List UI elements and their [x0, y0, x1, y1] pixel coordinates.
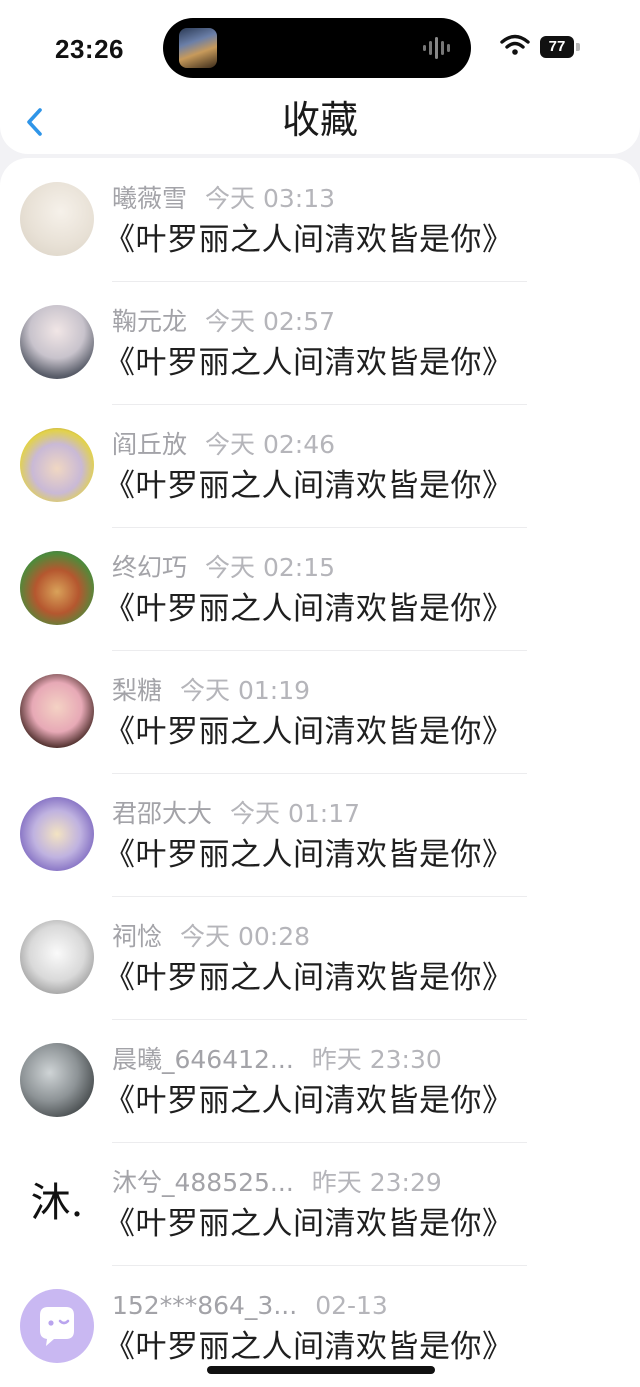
avatar[interactable]: 沐.: [20, 1166, 94, 1240]
avatar[interactable]: [20, 797, 94, 871]
item-meta: 阎丘放 今天 02:46: [112, 428, 335, 462]
divider: [112, 527, 527, 528]
avatar[interactable]: [20, 1289, 94, 1363]
timestamp: 昨天 23:30: [311, 1045, 442, 1074]
favorites-list: 曦薇雪 今天 03:13 《叶罗丽之人间清欢皆是你》 鞠元龙 今天 02:57 《叶…: [0, 158, 640, 1387]
wifi-icon: [500, 34, 530, 55]
avatar-calligraphy: 沐.: [30, 1180, 84, 1226]
item-title[interactable]: 《叶罗丽之人间清欢皆是你》: [104, 1081, 514, 1121]
divider: [112, 281, 527, 282]
list-item[interactable]: 曦薇雪 今天 03:13 《叶罗丽之人间清欢皆是你》: [0, 158, 640, 281]
divider: [112, 650, 527, 651]
item-meta: 君邵大大 今天 01:17: [112, 797, 360, 831]
user-name[interactable]: 君邵大大: [112, 797, 212, 831]
status-time: 23:26: [55, 34, 124, 64]
avatar[interactable]: [20, 428, 94, 502]
timestamp: 今天 01:17: [230, 799, 361, 828]
battery-tip: [576, 43, 580, 51]
user-name[interactable]: 梨糖: [112, 674, 162, 708]
avatar[interactable]: [20, 674, 94, 748]
list-item[interactable]: 阎丘放 今天 02:46 《叶罗丽之人间清欢皆是你》: [0, 404, 640, 527]
avatar[interactable]: [20, 551, 94, 625]
item-meta: 晨曦_646412... 昨天 23:30: [112, 1043, 442, 1077]
item-meta: 祠惗 今天 00:28: [112, 920, 310, 954]
divider: [112, 1142, 527, 1143]
timestamp: 今天 00:28: [180, 922, 311, 951]
battery-icon: 77: [540, 36, 574, 58]
timestamp: 今天 01:19: [180, 676, 311, 705]
timestamp: 02-13: [315, 1291, 388, 1320]
home-indicator[interactable]: [207, 1366, 435, 1374]
list-item[interactable]: 祠惗 今天 00:28 《叶罗丽之人间清欢皆是你》: [0, 896, 640, 1019]
audio-waveform-icon: [423, 37, 450, 59]
item-meta: 鞠元龙 今天 02:57: [112, 305, 335, 339]
timestamp: 今天 03:13: [205, 184, 336, 213]
list-item[interactable]: 梨糖 今天 01:19 《叶罗丽之人间清欢皆是你》: [0, 650, 640, 773]
page-title: 收藏: [281, 98, 358, 142]
timestamp: 今天 02:46: [205, 430, 336, 459]
divider: [112, 1019, 527, 1020]
avatar[interactable]: [20, 305, 94, 379]
divider: [112, 404, 527, 405]
list-item[interactable]: 终幻巧 今天 02:15 《叶罗丽之人间清欢皆是你》: [0, 527, 640, 650]
user-name[interactable]: 152***864_3...: [112, 1289, 297, 1323]
item-title[interactable]: 《叶罗丽之人间清欢皆是你》: [104, 1327, 514, 1367]
item-title[interactable]: 《叶罗丽之人间清欢皆是你》: [104, 958, 514, 998]
item-meta: 梨糖 今天 01:19: [112, 674, 310, 708]
now-playing-artwork-icon: [179, 28, 217, 68]
user-name[interactable]: 沐兮_488525...: [112, 1166, 294, 1200]
divider: [112, 773, 527, 774]
list-item[interactable]: 鞠元龙 今天 02:57 《叶罗丽之人间清欢皆是你》: [0, 281, 640, 404]
user-name[interactable]: 曦薇雪: [112, 182, 187, 216]
avatar[interactable]: [20, 920, 94, 994]
item-meta: 终幻巧 今天 02:15: [112, 551, 335, 585]
user-name[interactable]: 祠惗: [112, 920, 162, 954]
avatar[interactable]: [20, 1043, 94, 1117]
item-title[interactable]: 《叶罗丽之人间清欢皆是你》: [104, 343, 514, 383]
item-title[interactable]: 《叶罗丽之人间清欢皆是你》: [104, 589, 514, 629]
favorites-screen: 23:26 77 收藏 曦薇雪 今天 03:13 《叶罗丽之人间清欢皆是你》 鞠…: [0, 0, 640, 1387]
user-name[interactable]: 终幻巧: [112, 551, 187, 585]
divider: [112, 896, 527, 897]
user-name[interactable]: 鞠元龙: [112, 305, 187, 339]
dynamic-island[interactable]: [163, 18, 471, 78]
item-meta: 152***864_3... 02-13: [112, 1289, 388, 1323]
divider: [112, 1265, 527, 1266]
item-title[interactable]: 《叶罗丽之人间清欢皆是你》: [104, 1204, 514, 1244]
chat-bubble-icon: [40, 1307, 74, 1346]
timestamp: 今天 02:15: [205, 553, 336, 582]
item-title[interactable]: 《叶罗丽之人间清欢皆是你》: [104, 712, 514, 752]
list-item[interactable]: 晨曦_646412... 昨天 23:30 《叶罗丽之人间清欢皆是你》: [0, 1019, 640, 1142]
timestamp: 昨天 23:29: [311, 1168, 442, 1197]
item-meta: 沐兮_488525... 昨天 23:29: [112, 1166, 442, 1200]
nav-bar: 收藏: [0, 92, 640, 154]
timestamp: 今天 02:57: [205, 307, 336, 336]
item-title[interactable]: 《叶罗丽之人间清欢皆是你》: [104, 220, 514, 260]
list-item[interactable]: 君邵大大 今天 01:17 《叶罗丽之人间清欢皆是你》: [0, 773, 640, 896]
item-meta: 曦薇雪 今天 03:13: [112, 182, 335, 216]
item-title[interactable]: 《叶罗丽之人间清欢皆是你》: [104, 466, 514, 506]
status-bar: 23:26 77: [0, 0, 640, 92]
user-name[interactable]: 阎丘放: [112, 428, 187, 462]
item-title[interactable]: 《叶罗丽之人间清欢皆是你》: [104, 835, 514, 875]
avatar[interactable]: [20, 182, 94, 256]
list-item[interactable]: 沐. 沐兮_488525... 昨天 23:29 《叶罗丽之人间清欢皆是你》: [0, 1142, 640, 1265]
user-name[interactable]: 晨曦_646412...: [112, 1043, 294, 1077]
